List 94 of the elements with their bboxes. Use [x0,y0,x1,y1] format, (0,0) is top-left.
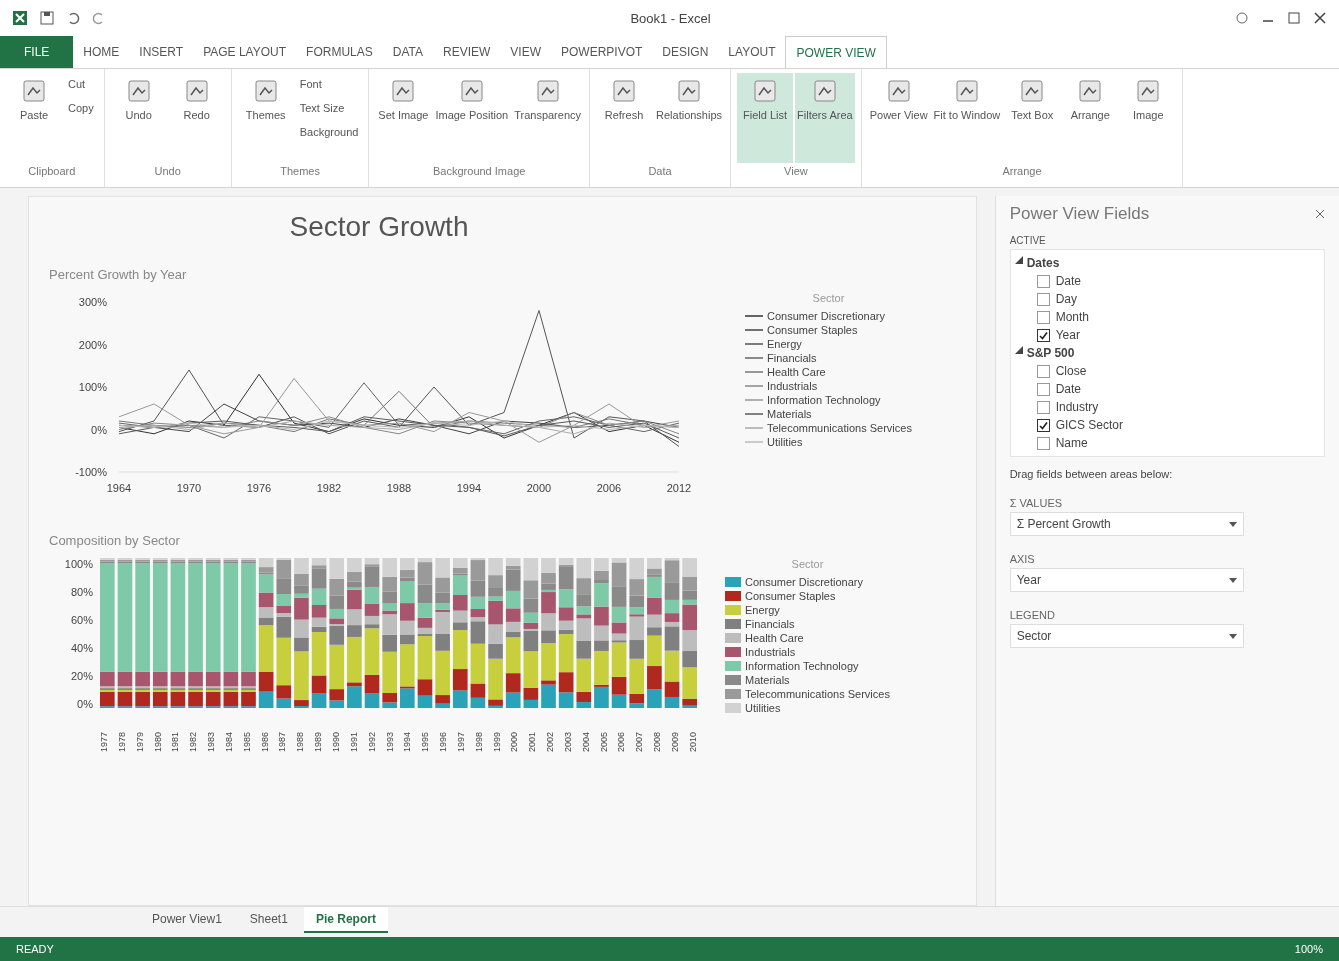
axis-label: 2002 [545,730,557,752]
axis-label: 1979 [134,730,146,752]
legend-label: Consumer Staples [745,590,836,602]
axis-label: -100% [75,466,107,478]
axis-label: 1983 [206,730,218,752]
status-text: READY [16,943,54,955]
axis-label: 1970 [176,482,202,494]
axis-label: 2012 [666,482,692,494]
axis-label: 2004 [580,730,592,752]
area-label: Σ VALUES [1009,497,1064,509]
legend-label: Utilities [767,436,803,448]
report-title: Sector Growth [288,211,470,243]
axis-label: 1989 [313,730,325,752]
axis-label: 100% [63,558,93,570]
legend-label: Industrials [745,646,796,658]
axis-label: 2008 [652,730,664,752]
axis-label: 1982 [316,482,342,494]
axis-label: 1996 [438,730,450,752]
axis-label: 2000 [509,730,521,752]
axis-label: 1990 [330,730,342,752]
axis-label: 0% [76,698,93,710]
axis-label: 1992 [366,730,378,752]
axis-label: 300% [78,296,107,308]
axis-label: 2009 [670,730,681,752]
axis-label: 1991 [348,730,360,752]
legend-label: Information Technology [767,394,881,406]
legend-label: Financials [767,352,817,364]
group-label: Background Image [432,165,527,177]
axis-label: 1982 [188,730,200,752]
legend-label: Materials [745,674,790,686]
axis-label: 1976 [246,482,272,494]
legend-label: Energy [767,338,802,350]
axis-label: 1994 [402,730,414,752]
axis-label: 60% [69,614,93,626]
pane-title: Power View Fields [1009,204,1150,224]
axis-label: 1985 [241,730,253,752]
axis-label: 2000 [526,482,552,494]
axis-label: 1997 [455,730,467,752]
legend-label: Consumer Staples [767,324,858,336]
axis-label: 1981 [170,730,182,752]
axis-label: 1987 [277,730,289,752]
group-label: Clipboard [27,165,77,177]
legend-label: Utilities [745,702,781,714]
axis-label: 2006 [596,482,622,494]
legend-label: Financials [745,618,795,630]
axis-label: 1977 [99,730,110,752]
axis-label: 2007 [634,730,646,752]
axis-label: 2005 [598,730,610,752]
axis-label: 1999 [491,730,503,752]
axis-label: 2001 [527,730,539,752]
legend-label: Information Technology [745,660,859,672]
chart-title: Percent Growth by Year [49,267,188,282]
axis-label: 1980 [152,730,164,752]
legend-label: Telecommunications Services [745,688,890,700]
axis-label: 1978 [116,730,128,752]
axis-label: 80% [69,586,93,598]
axis-label: 1998 [473,730,485,752]
group-label: Undo [153,165,182,177]
legend-label: Industrials [767,380,818,392]
axis-label: 2003 [562,730,574,752]
axis-label: 0% [91,423,107,436]
axis-label: 1993 [384,730,396,752]
axis-label: 2006 [616,730,628,752]
legend-label: Consumer Discretionary [767,310,885,322]
axis-label: 40% [69,642,93,654]
axis-label: 100% [78,381,107,393]
legend-label: Health Care [767,366,826,378]
legend-label: Materials [767,408,812,420]
axis-label: 2010 [687,730,699,752]
axis-label: 200% [78,338,107,351]
legend-label: Energy [745,604,780,616]
legend-title: Sector [811,292,846,304]
area-label: LEGEND [1009,609,1056,621]
group-label: View [783,165,809,177]
axis-label: 1964 [106,482,132,494]
group-label: Data [647,165,673,177]
group-label: Arrange [1001,165,1043,177]
legend-title: Sector [790,558,825,570]
chart-title: Composition by Sector [49,533,181,548]
axis-label: 1994 [456,482,482,494]
hint-text: Drag fields between areas below: [1009,468,1174,480]
zoom-level: 100% [1294,943,1323,955]
group-label: Themes [279,165,321,177]
axis-label: 1995 [420,730,432,752]
axis-label: 1984 [223,730,235,752]
axis-label: 1988 [295,730,307,752]
window-title: Book1 - Excel [629,10,712,26]
legend-label: Consumer Discretionary [745,576,863,588]
axis-label: 1988 [386,482,412,494]
area-label: AXIS [1009,553,1036,565]
axis-label: 20% [69,670,93,682]
legend-label: Telecommunications Services [767,422,912,434]
axis-label: 1986 [259,730,271,752]
legend-label: Health Care [745,632,804,644]
